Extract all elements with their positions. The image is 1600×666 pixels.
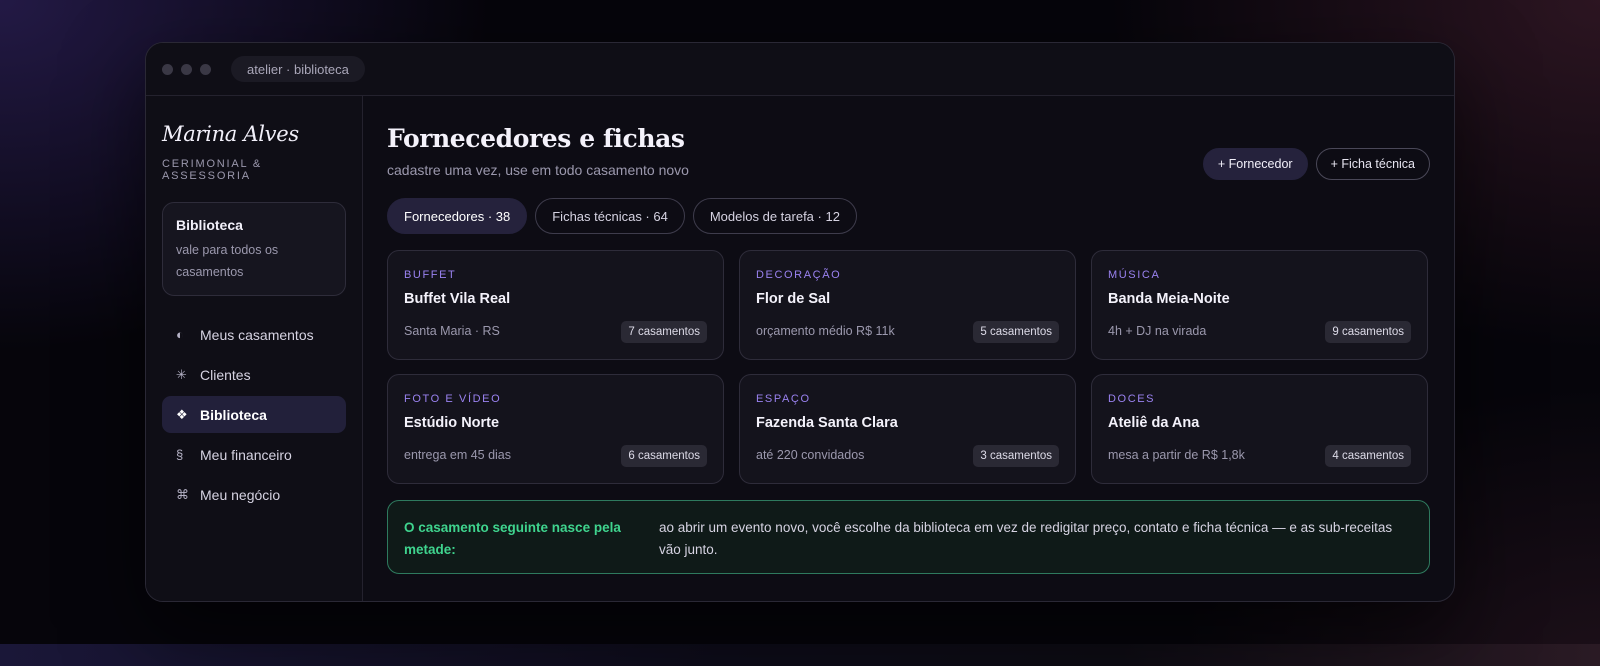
supplier-category: DOCES [1108, 393, 1156, 405]
sidebar-nav: ◐ Meus casamentos ✳ Clientes ❖ Bibliotec… [162, 316, 346, 513]
window-close-dot[interactable] [162, 63, 173, 75]
weddings-count-badge: 7 casamentos [621, 321, 707, 343]
tab-bar: Fornecedores · 38 Fichas técnicas · 64 M… [387, 198, 1430, 234]
supplier-name: Fazenda Santa Clara [756, 415, 898, 431]
info-note-text: ao abrir um evento novo, você escolhe da… [659, 520, 1393, 557]
supplier-card[interactable]: DOCES Ateliê da Ana mesa a partir de R$ … [1091, 374, 1428, 484]
supplier-name: Ateliê da Ana [1108, 415, 1200, 431]
sidebar-item-label: Meu negócio [200, 486, 281, 503]
supplier-detail: até 220 convidados [756, 448, 865, 462]
asterisk-icon: ✳ [176, 366, 187, 382]
sidebar-item-biblioteca[interactable]: ❖ Biblioteca [162, 396, 346, 433]
library-card: Biblioteca vale para todos os casamentos [162, 202, 346, 296]
supplier-name: Buffet Vila Real [404, 291, 511, 307]
supplier-detail: mesa a partir de R$ 1,8k [1108, 448, 1245, 462]
library-card-title: Biblioteca [176, 217, 243, 233]
brand-subtitle: CERIMONIAL & ASSESSORIA [162, 158, 263, 182]
background-strip [0, 644, 1600, 666]
app-window: atelier · biblioteca Marina Alves CERIMO… [145, 42, 1455, 602]
tab-modelos-de-tarefa[interactable]: Modelos de tarefa · 12 [692, 198, 857, 234]
supplier-detail: entrega em 45 dias [404, 448, 512, 462]
supplier-detail: orçamento médio R$ 11k [756, 324, 895, 338]
supplier-card[interactable]: MÚSICA Banda Meia-Noite 4h + DJ na virad… [1091, 250, 1428, 360]
sidebar-item-meu-financeiro[interactable]: § Meu financeiro [162, 436, 346, 473]
sidebar: Marina Alves CERIMONIAL & ASSESSORIA Bib… [146, 96, 363, 601]
add-supplier-button[interactable]: + Fornecedor [1202, 148, 1308, 180]
supplier-card[interactable]: FOTO E VÍDEO Estúdio Norte entrega em 45… [387, 374, 724, 484]
supplier-category: ESPAÇO [756, 393, 811, 405]
window-minimize-dot[interactable] [181, 63, 192, 75]
supplier-grid: BUFFET Buffet Vila Real Santa Maria · RS… [387, 250, 1430, 484]
sidebar-item-label: Biblioteca [200, 406, 267, 423]
weddings-count-badge: 9 casamentos [1325, 321, 1411, 343]
add-technical-sheet-button[interactable]: + Ficha técnica [1315, 148, 1430, 180]
section-icon: § [176, 447, 184, 462]
sidebar-item-label: Meu financeiro [200, 446, 292, 463]
sidebar-item-meu-negocio[interactable]: ⌘ Meu negócio [162, 476, 346, 513]
info-note: O casamento seguinte nasce pela metade: … [387, 500, 1430, 574]
command-icon: ⌘ [176, 486, 189, 502]
info-note-title: O casamento seguinte nasce pela metade: [404, 520, 621, 557]
supplier-category: FOTO E VÍDEO [404, 393, 502, 405]
supplier-category: MÚSICA [1108, 269, 1161, 281]
supplier-card[interactable]: BUFFET Buffet Vila Real Santa Maria · RS… [387, 250, 724, 360]
supplier-name: Flor de Sal [756, 291, 831, 307]
supplier-detail: 4h + DJ na virada [1108, 324, 1207, 338]
header-actions: + Fornecedor + Ficha técnica [1202, 148, 1430, 180]
tab-fichas-tecnicas[interactable]: Fichas técnicas · 64 [535, 198, 685, 234]
supplier-category: BUFFET [404, 269, 457, 281]
weddings-count-badge: 6 casamentos [621, 445, 707, 467]
diamond-icon: ❖ [176, 406, 188, 422]
weddings-count-badge: 3 casamentos [973, 445, 1059, 467]
library-card-description: vale para todos os casamentos [176, 243, 279, 279]
supplier-card[interactable]: DECORAÇÃO Flor de Sal orçamento médio R$… [739, 250, 1076, 360]
weddings-count-badge: 5 casamentos [973, 321, 1059, 343]
weddings-count-badge: 4 casamentos [1325, 445, 1411, 467]
sidebar-item-clientes[interactable]: ✳ Clientes [162, 356, 346, 393]
supplier-detail: Santa Maria · RS [404, 324, 500, 338]
supplier-category: DECORAÇÃO [756, 269, 842, 281]
sidebar-item-label: Clientes [200, 366, 251, 383]
brand-name: Marina Alves [162, 122, 299, 146]
supplier-name: Estúdio Norte [404, 415, 500, 431]
title-bar: atelier · biblioteca [146, 43, 1454, 96]
half-circle-icon: ◐ [176, 327, 184, 342]
supplier-name: Banda Meia-Noite [1108, 291, 1230, 307]
sidebar-item-label: Meus casamentos [200, 326, 314, 343]
sidebar-item-meus-casamentos[interactable]: ◐ Meus casamentos [162, 316, 346, 353]
tab-fornecedores[interactable]: Fornecedores · 38 [387, 198, 528, 234]
address-pill: atelier · biblioteca [231, 56, 365, 82]
window-maximize-dot[interactable] [200, 63, 211, 75]
supplier-card[interactable]: ESPAÇO Fazenda Santa Clara até 220 convi… [739, 374, 1076, 484]
main-content: Fornecedores e fichas cadastre uma vez, … [363, 96, 1454, 601]
